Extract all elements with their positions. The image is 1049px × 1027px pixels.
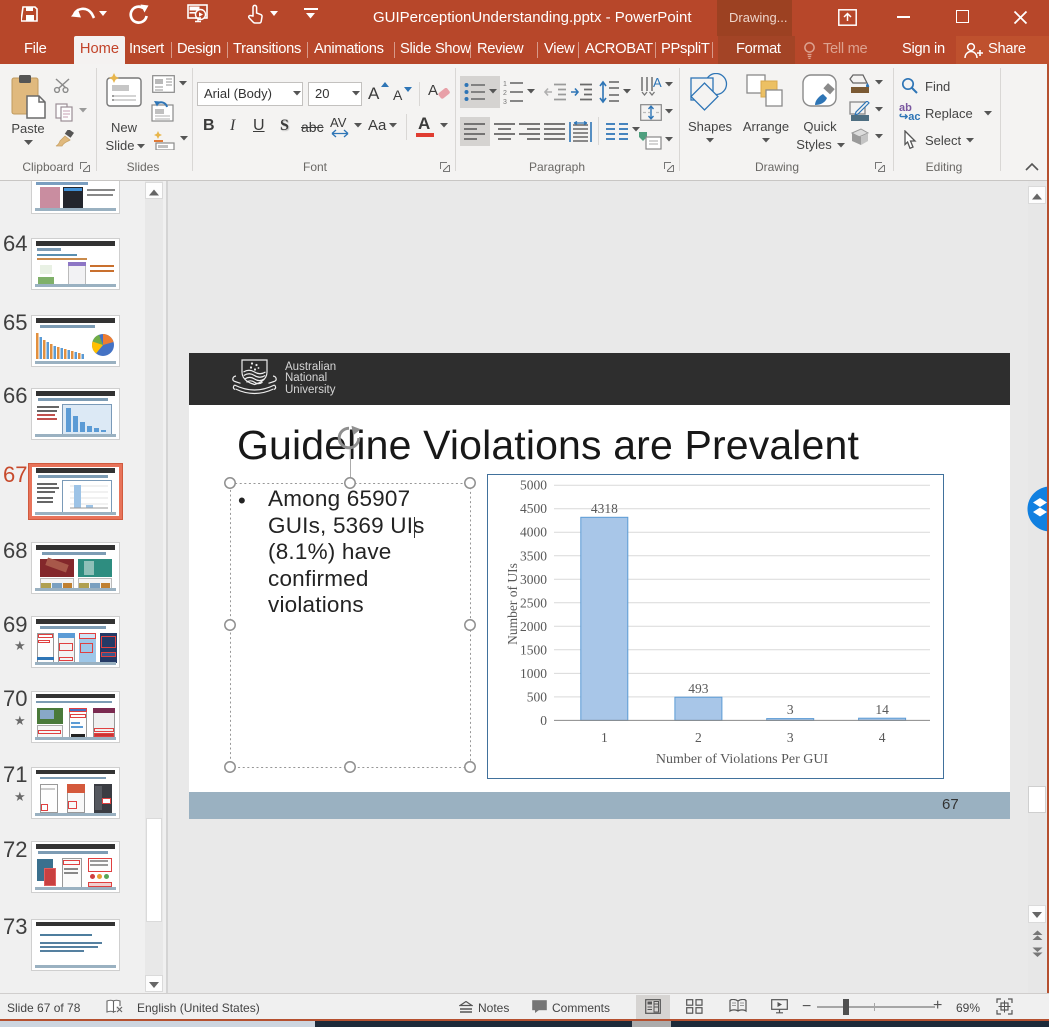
svg-text:14: 14 xyxy=(875,702,889,717)
svg-text:Number of Violations Per GUI: Number of Violations Per GUI xyxy=(656,752,829,767)
svg-text:2500: 2500 xyxy=(520,595,547,610)
svg-text:3: 3 xyxy=(787,730,794,745)
svg-text:Number of UIs: Number of UIs xyxy=(505,563,520,645)
svg-text:2: 2 xyxy=(503,90,507,97)
svg-text:3: 3 xyxy=(787,702,794,717)
svg-text:3000: 3000 xyxy=(520,571,547,586)
svg-text:1000: 1000 xyxy=(520,665,547,680)
svg-text:0: 0 xyxy=(540,712,547,727)
svg-text:1500: 1500 xyxy=(520,642,547,657)
svg-text:1: 1 xyxy=(503,81,507,88)
svg-text:4: 4 xyxy=(879,730,886,745)
svg-text:4000: 4000 xyxy=(520,524,547,539)
svg-text:4318: 4318 xyxy=(591,501,618,516)
svg-text:2: 2 xyxy=(695,730,702,745)
svg-text:A: A xyxy=(653,75,662,90)
svg-text:3500: 3500 xyxy=(520,548,547,563)
svg-text:493: 493 xyxy=(688,681,709,696)
svg-text:500: 500 xyxy=(527,689,548,704)
svg-text:2000: 2000 xyxy=(520,618,547,633)
svg-text:3: 3 xyxy=(503,99,507,105)
svg-text:5000: 5000 xyxy=(520,477,547,492)
svg-text:1: 1 xyxy=(601,730,608,745)
svg-text:4500: 4500 xyxy=(520,501,547,516)
